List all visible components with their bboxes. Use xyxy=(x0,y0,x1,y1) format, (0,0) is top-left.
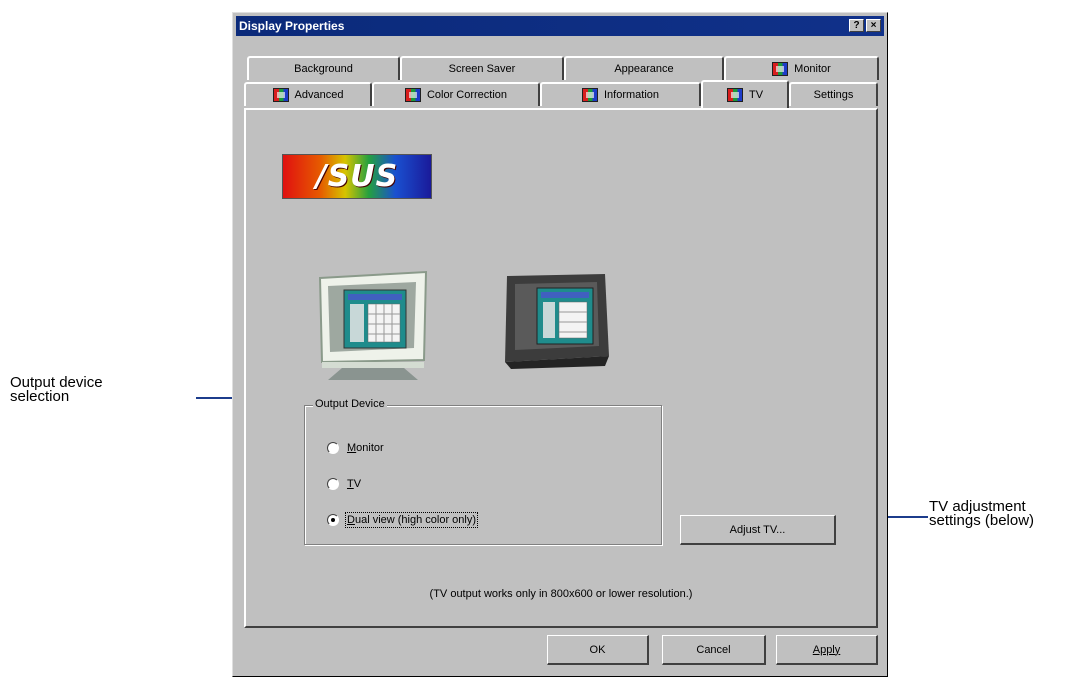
tab-label: Color Correction xyxy=(426,89,508,101)
tab-information[interactable]: Information xyxy=(540,82,701,106)
cancel-button[interactable]: Cancel xyxy=(662,635,766,665)
display-adapter-icon xyxy=(404,88,421,102)
radio-label: Dual view (high color only) xyxy=(344,512,479,528)
radio-tv[interactable]: TV xyxy=(327,478,361,490)
radio-dual-view[interactable]: Dual view (high color only) xyxy=(327,512,479,528)
annotation-line-2: settings (below) xyxy=(929,512,1035,529)
tab-background[interactable]: Background xyxy=(247,56,400,80)
button-label: Apply xyxy=(812,643,841,656)
adjust-tv-button[interactable]: Adjust TV... xyxy=(680,515,836,545)
tab-monitor[interactable]: Monitor xyxy=(724,56,879,80)
resolution-note: (TV output works only in 800x600 or lowe… xyxy=(429,588,693,600)
tab-label: Advanced xyxy=(294,89,344,101)
tab-advanced[interactable]: Advanced xyxy=(244,82,372,106)
mnemonic: T xyxy=(347,478,354,490)
tab-label: TV xyxy=(748,89,764,101)
display-adapter-icon xyxy=(726,88,743,102)
close-button[interactable]: × xyxy=(866,19,881,32)
radio-button[interactable] xyxy=(327,442,339,454)
display-properties-window: Display Properties ? × Background Screen… xyxy=(232,12,888,677)
annotation-output-device: Output device selection xyxy=(10,375,103,405)
window-title: Display Properties xyxy=(239,19,345,33)
output-device-group: Output Device Monitor TV Dual view (high… xyxy=(304,398,662,545)
mnemonic: M xyxy=(347,442,357,454)
radio-button[interactable] xyxy=(327,514,339,526)
display-adapter-icon xyxy=(772,62,789,76)
ok-button[interactable]: OK xyxy=(547,635,649,665)
display-adapter-icon xyxy=(272,88,289,102)
radio-label: TV xyxy=(347,478,362,490)
radio-label: Monitor xyxy=(347,442,384,454)
mnemonic: D xyxy=(347,514,355,526)
tab-settings[interactable]: Settings xyxy=(789,82,878,106)
title-bar: Display Properties ? × xyxy=(236,16,884,36)
radio-monitor[interactable]: Monitor xyxy=(327,442,384,454)
tab-color-correction[interactable]: Color Correction xyxy=(372,82,540,106)
tab-label: Monitor xyxy=(794,63,831,75)
monitor-icon[interactable] xyxy=(314,268,432,383)
asus-logo: /SUS xyxy=(282,154,432,199)
tab-label: Appearance xyxy=(614,63,674,75)
annotation-tv-adjustment: TV adjustment settings (below) xyxy=(929,499,1035,529)
tab-label: Screen Saver xyxy=(448,63,516,75)
tab-label: Information xyxy=(603,89,660,101)
apply-button[interactable]: Apply xyxy=(776,635,878,665)
tab-appearance[interactable]: Appearance xyxy=(564,56,724,80)
tv-icon[interactable] xyxy=(501,270,613,370)
radio-button[interactable] xyxy=(327,478,339,490)
tab-label: Settings xyxy=(813,89,854,101)
display-adapter-icon xyxy=(581,88,598,102)
tv-tab-panel: /SUS Output Device Monitor TV Dual view … xyxy=(244,108,878,628)
tab-tv[interactable]: TV xyxy=(701,80,789,108)
annotation-line-2: selection xyxy=(10,388,70,405)
help-button[interactable]: ? xyxy=(849,19,864,32)
tab-label: Background xyxy=(294,63,353,75)
tab-screen-saver[interactable]: Screen Saver xyxy=(400,56,564,80)
logo-text: /SUS xyxy=(315,159,399,194)
group-label: Output Device xyxy=(313,398,387,410)
